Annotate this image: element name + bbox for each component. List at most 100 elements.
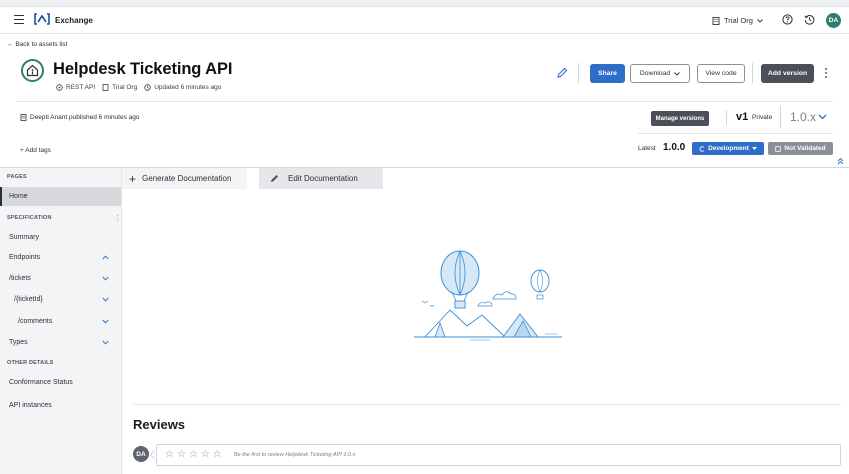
review-placeholder: Be the first to review Helpdesk Ticketin… (233, 452, 356, 458)
edit-pencil-icon[interactable] (556, 67, 568, 79)
tab-generate-documentation[interactable]: + Generate Documentation (122, 168, 247, 189)
other-details-heading: OTHER DETAILS (7, 360, 54, 366)
sidebar-item-label: Endpoints (9, 254, 41, 261)
tab-edit-documentation[interactable]: Edit Documentation (259, 168, 383, 189)
building-icon (102, 84, 109, 91)
org-switcher[interactable]: Trial Org (712, 16, 763, 25)
header-divider (16, 101, 833, 102)
chevron-down-icon (674, 71, 680, 76)
asset-title: Helpdesk Ticketing API (53, 60, 233, 78)
chevron-down-icon[interactable] (102, 340, 109, 345)
hamburger-menu-icon[interactable] (14, 15, 24, 24)
chevron-down-icon[interactable] (102, 276, 109, 281)
latest-version: 1.0.0 (663, 142, 686, 153)
api-icon (56, 84, 63, 91)
chevron-down-icon[interactable] (102, 297, 109, 302)
clock-icon (144, 84, 151, 91)
divider (638, 133, 833, 134)
divider (780, 106, 781, 128)
view-code-button[interactable]: View code (697, 64, 745, 83)
sidebar-item-summary[interactable]: Summary (0, 228, 121, 247)
download-label: Download (639, 70, 671, 77)
empty-state-illustration (410, 248, 570, 343)
star-icon[interactable]: ☆ (213, 449, 222, 460)
tab-label: Edit Documentation (288, 174, 358, 183)
sidebar-item-api-instances[interactable]: API instances (0, 396, 121, 415)
collapse-header-icon[interactable] (837, 157, 844, 165)
chevron-down-icon[interactable] (102, 319, 109, 324)
sidebar-item-label: API instances (9, 402, 52, 409)
validation-status-badge: Not Validated (768, 142, 833, 155)
sidebar-item-label: /{ticketId} (14, 296, 43, 303)
sidebar-item-label: Summary (9, 234, 39, 241)
asset-updated: Updated 6 minutes ago (144, 84, 221, 91)
version-major: v1 (736, 111, 749, 123)
org-name: Trial Org (724, 16, 753, 25)
divider (578, 63, 579, 83)
publish-text: Deepti Anant published 6 minutes ago (30, 114, 140, 121)
sidebar-item-comments[interactable]: /comments (0, 312, 121, 331)
more-options-icon[interactable] (824, 67, 828, 79)
pencil-icon (271, 175, 278, 182)
sidebar-item-label: /tickets (9, 275, 31, 282)
add-tags-button[interactable]: + Add tags (20, 147, 51, 154)
divider (726, 110, 727, 125)
caret-down-icon (751, 147, 757, 150)
sidebar: PAGES Home SPECIFICATION ⋮ Summary Endpo… (0, 167, 122, 474)
sidebar-item-endpoints[interactable]: Endpoints (0, 248, 121, 267)
back-link-label: Back to assets list (15, 41, 68, 48)
sidebar-item-label: Types (9, 339, 28, 346)
specification-more-icon[interactable]: ⋮ (114, 214, 121, 222)
add-version-button[interactable]: Add version (761, 64, 814, 83)
download-button[interactable]: Download (630, 64, 690, 83)
sidebar-item-home[interactable]: Home (0, 187, 121, 206)
review-input[interactable]: ☆ ☆ ☆ ☆ ☆ Be the first to review Helpdesk Ti… (156, 444, 841, 466)
validation-icon (775, 145, 782, 152)
specification-heading: SPECIFICATION (7, 215, 52, 221)
reviewer-avatar: DA (133, 446, 149, 462)
publish-info: Deepti Anant published 6 minutes ago (20, 114, 140, 121)
lifecycle-state-label: Development (708, 145, 749, 152)
sidebar-item-label: Conformance Status (9, 379, 73, 386)
star-icon[interactable]: ☆ (201, 449, 210, 460)
lifecycle-state-dropdown[interactable]: Development (692, 142, 764, 155)
help-icon[interactable] (782, 14, 793, 25)
chevron-up-icon[interactable] (102, 255, 109, 260)
browser-strip (0, 0, 849, 7)
back-to-assets-link[interactable]: ← Back to assets list (7, 41, 67, 48)
version-selector[interactable]: 1.0.x (790, 110, 816, 124)
tab-label: Generate Documentation (142, 174, 232, 183)
history-icon[interactable] (804, 14, 815, 25)
rating-stars[interactable]: ☆ ☆ ☆ ☆ ☆ (165, 450, 225, 460)
star-icon[interactable]: ☆ (189, 449, 198, 460)
star-icon[interactable]: ☆ (165, 449, 174, 460)
document-icon (20, 114, 27, 121)
user-avatar[interactable]: DA (826, 13, 841, 28)
share-button[interactable]: Share (590, 64, 625, 83)
star-icon[interactable]: ☆ (177, 449, 186, 460)
manage-versions-button[interactable]: Manage versions (651, 111, 709, 126)
sidebar-item-label: /comments (18, 318, 53, 325)
asset-logo-icon (21, 59, 44, 82)
plus-icon: + (129, 171, 137, 186)
asset-org: Trial Org (102, 84, 137, 91)
asset-type-label: REST API (66, 84, 96, 91)
pages-heading: PAGES (7, 174, 27, 180)
asset-org-label: Trial Org (112, 84, 138, 91)
cycle-icon (699, 145, 705, 152)
asset-meta: REST API Trial Org Updated 6 minutes ago (56, 84, 221, 91)
version-chevron-down-icon[interactable] (818, 114, 827, 120)
reviews-heading: Reviews (133, 417, 186, 432)
reviews-divider (133, 404, 841, 405)
exchange-logo-icon (34, 13, 50, 25)
visibility-label: Private (752, 114, 773, 121)
sidebar-item-tickets[interactable]: /tickets (0, 269, 121, 288)
asset-updated-label: Updated 6 minutes ago (154, 84, 222, 91)
sidebar-item-ticketid[interactable]: /{ticketId} (0, 290, 121, 309)
chevron-down-icon (757, 18, 763, 23)
top-navbar: Exchange Trial Org DA (0, 7, 849, 34)
app-name: Exchange (55, 16, 93, 25)
sidebar-item-conformance-status[interactable]: Conformance Status (0, 373, 121, 392)
building-icon (712, 16, 720, 25)
sidebar-item-types[interactable]: Types (0, 333, 121, 352)
